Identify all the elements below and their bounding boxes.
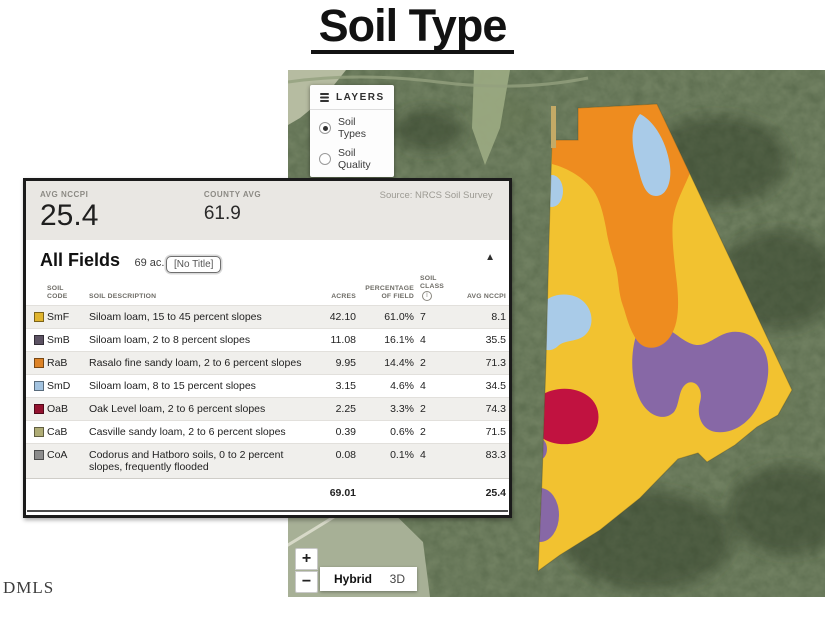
section-row: All Fields 69 ac. [No Title] ▲ <box>26 240 509 271</box>
county-avg-value: 61.9 <box>204 203 358 226</box>
col-percentage[interactable]: PERCENTAGE OF FIELD <box>359 273 417 306</box>
soil-quality-option[interactable]: Soil Quality <box>310 141 394 172</box>
soil-types-radio[interactable] <box>319 122 331 134</box>
source-note: Source: NRCS Soil Survey <box>380 190 495 202</box>
collapse-triangle-icon[interactable]: ▲ <box>485 252 495 263</box>
col-soil-code[interactable]: SOIL CODE <box>44 273 86 306</box>
county-avg-label: COUNTY AVG <box>204 190 358 199</box>
table-row[interactable]: CoACodorus and Hatboro soils, 0 to 2 per… <box>26 443 509 478</box>
col-avg-nccpi[interactable]: AVG NCCPI <box>457 273 509 306</box>
no-title-badge[interactable]: [No Title] <box>166 256 221 273</box>
total-acres: 69.01 <box>311 478 359 508</box>
soil-swatch <box>34 381 44 391</box>
col-acres[interactable]: ACRES <box>311 273 359 306</box>
table-row[interactable]: OaBOak Level loam, 2 to 6 percent slopes… <box>26 397 509 420</box>
col-soil-class[interactable]: SOIL CLASSi <box>417 273 457 306</box>
avg-nccpi-value: 25.4 <box>40 200 194 232</box>
avg-nccpi-label: AVG NCCPI <box>40 190 194 199</box>
dirt-road-strip <box>551 106 556 148</box>
soil-quality-radio[interactable] <box>319 153 331 165</box>
soil-swatch <box>34 427 44 437</box>
hybrid-button[interactable]: Hybrid <box>320 572 390 586</box>
soil-swatch <box>34 358 44 368</box>
section-acres: 69 ac. <box>134 257 164 269</box>
zoom-out-button[interactable]: − <box>295 571 318 593</box>
soil-report-panel: AVG NCCPI 25.4 COUNTY AVG 61.9 Source: N… <box>23 178 512 518</box>
soil-types-label: Soil Types <box>338 116 385 140</box>
soil-types-option[interactable]: Soil Types <box>310 110 394 141</box>
panel-header: AVG NCCPI 25.4 COUNTY AVG 61.9 Source: N… <box>26 181 509 240</box>
3d-button[interactable]: 3D <box>390 572 417 586</box>
panel-bottom-rule <box>27 510 508 512</box>
layers-title: LAYERS <box>336 92 385 103</box>
soil-table: SOIL CODE SOIL DESCRIPTION ACRES PERCENT… <box>26 273 509 508</box>
basemap-bar: Hybrid 3D <box>320 567 417 591</box>
layers-panel: LAYERS Soil Types Soil Quality <box>310 85 394 177</box>
soil-swatch <box>34 335 44 345</box>
watermark-dmls: DMLS <box>3 578 54 598</box>
soil-swatch <box>34 404 44 414</box>
total-row: 69.01 25.4 <box>26 478 509 508</box>
page-title: Soil Type <box>311 2 515 54</box>
section-title: All Fields <box>40 250 120 270</box>
col-soil-description[interactable]: SOIL DESCRIPTION <box>86 273 311 306</box>
soil-swatch <box>34 312 44 322</box>
table-row[interactable]: SmBSiloam loam, 2 to 8 percent slopes 11… <box>26 328 509 351</box>
zoom-in-button[interactable]: + <box>295 548 318 570</box>
info-icon[interactable]: i <box>422 291 432 301</box>
table-row[interactable]: SmFSiloam loam, 15 to 45 percent slopes … <box>26 305 509 328</box>
total-nccpi: 25.4 <box>457 478 509 508</box>
table-row[interactable]: SmDSiloam loam, 8 to 15 percent slopes 3… <box>26 374 509 397</box>
table-row[interactable]: CaBCasville sandy loam, 2 to 6 percent s… <box>26 420 509 443</box>
soil-swatch <box>34 450 44 460</box>
soil-quality-label: Soil Quality <box>338 147 385 171</box>
layers-icon <box>319 92 330 103</box>
table-row[interactable]: RaBRasalo fine sandy loam, 2 to 6 percen… <box>26 351 509 374</box>
